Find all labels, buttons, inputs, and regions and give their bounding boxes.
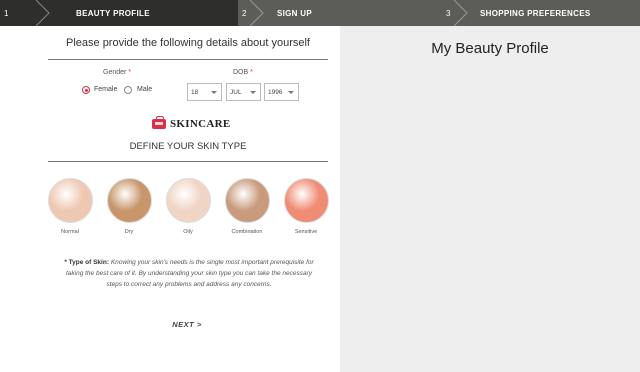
skin-type-dry-swatch[interactable]: [107, 178, 152, 223]
chevron-right-icon: [454, 0, 468, 26]
chevron-down-icon: [288, 91, 294, 94]
profile-summary-title: My Beauty Profile: [431, 40, 549, 57]
next-button[interactable]: NEXT >: [162, 320, 212, 329]
skin-type-combination-label: Combination: [231, 229, 263, 235]
form-intro: Please provide the following details abo…: [66, 37, 310, 49]
checkout-stepper: 1 BEAUTY PROFILE 2 SIGN UP 3 SHOPPING PR…: [0, 0, 640, 26]
chevron-down-icon: [250, 91, 256, 94]
divider: [48, 161, 328, 162]
step-1-label: BEAUTY PROFILE: [76, 9, 150, 18]
skin-type-oily-swatch[interactable]: [166, 178, 211, 223]
skincare-title: SKINCARE: [170, 118, 231, 130]
skin-type-combination-swatch[interactable]: [225, 178, 270, 223]
skin-type-sensitive-label: Sensitive: [294, 229, 318, 235]
gender-male-label[interactable]: Male: [137, 86, 152, 93]
skincare-heading: SKINCARE: [152, 116, 231, 130]
profile-summary-panel: My Beauty Profile: [340, 26, 640, 372]
chevron-right-icon: [250, 0, 264, 26]
chevron-right-icon: [36, 0, 50, 26]
step-1-number: 1: [4, 9, 9, 18]
gender-female-label[interactable]: Female: [94, 86, 117, 93]
dob-label: DOB *: [233, 69, 253, 76]
step-3[interactable]: 3 SHOPPING PREFERENCES: [442, 0, 640, 26]
skin-type-sensitive-swatch[interactable]: [284, 178, 329, 223]
step-2-number: 2: [242, 9, 247, 18]
dob-month-select[interactable]: JUL: [226, 83, 261, 101]
gender-label: Gender *: [103, 69, 132, 76]
skin-type-info: * Type of Skin: Knowing your skin's need…: [64, 259, 314, 288]
step-3-number: 3: [446, 9, 451, 18]
chevron-down-icon: [211, 91, 217, 94]
cosmetic-bag-icon: [152, 116, 166, 129]
skin-type-normal-label: Normal: [61, 229, 79, 235]
step-1[interactable]: 1 BEAUTY PROFILE: [4, 0, 238, 26]
dob-day-select[interactable]: 18: [187, 83, 222, 101]
step-2-label: SIGN UP: [277, 9, 312, 18]
skin-type-subtitle: DEFINE YOUR SKIN TYPE: [129, 141, 247, 152]
skin-type-dry-label: Dry: [124, 229, 134, 235]
gender-male-radio[interactable]: [124, 86, 132, 94]
step-2[interactable]: 2 SIGN UP: [238, 0, 442, 26]
beauty-profile-form: Please provide the following details abo…: [0, 26, 340, 372]
divider: [48, 59, 328, 60]
gender-female-radio[interactable]: [82, 86, 90, 94]
skin-type-oily-label: Oily: [183, 229, 193, 235]
skin-type-options: Normal Dry Oily Combination Sensitive: [0, 178, 340, 238]
step-3-label: SHOPPING PREFERENCES: [480, 9, 591, 18]
skin-type-normal-swatch[interactable]: [48, 178, 93, 223]
dob-year-select[interactable]: 1996: [264, 83, 299, 101]
